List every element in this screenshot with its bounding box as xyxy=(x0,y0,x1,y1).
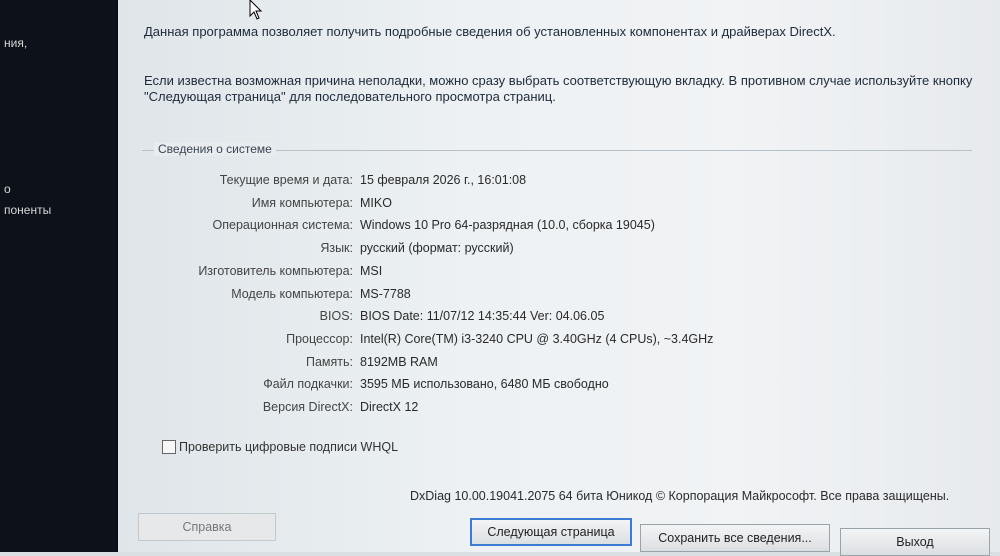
whql-checkbox-label: Проверить цифровые подписи WHQL xyxy=(179,440,399,454)
system-info-label: Изготовитель компьютера: xyxy=(198,263,353,278)
save-all-button-label: Сохранить все сведения... xyxy=(658,531,812,545)
system-info-label: Операционная система: xyxy=(212,218,353,233)
intro-text: Данная программа позволяет получить подр… xyxy=(144,24,836,39)
system-info-label: BIOS: xyxy=(319,309,353,324)
system-info-value: 3595 МБ использовано, 6480 МБ свободно xyxy=(360,377,609,392)
system-info-label: Имя компьютера: xyxy=(251,195,353,210)
next-page-button[interactable]: Следующая страница xyxy=(470,518,632,546)
system-info-value: MSI xyxy=(360,263,383,278)
background-desktop-area: ния, о поненты xyxy=(0,0,118,552)
save-all-button[interactable]: Сохранить все сведения... xyxy=(640,524,830,552)
version-copyright-text: DxDiag 10.00.19041.2075 64 бита Юникод ©… xyxy=(410,489,950,503)
system-info-value: русский (формат: русский) xyxy=(360,241,514,256)
background-text-fragment: о xyxy=(4,182,11,196)
help-button[interactable]: Справка xyxy=(138,513,276,541)
system-info-label: Файл подкачки: xyxy=(263,377,353,392)
dxdiag-window: Данная программа позволяет получить подр… xyxy=(118,0,1000,556)
system-info-label: Память: xyxy=(305,354,353,369)
system-info-group: Сведения о системе Текущие время и дата:… xyxy=(142,142,972,421)
system-info-value: Intel(R) Core(TM) i3-3240 CPU @ 3.40GHz … xyxy=(360,331,714,346)
whql-checkbox[interactable] xyxy=(162,440,176,454)
intro-hint-text: Если известна возможная причина неполадк… xyxy=(144,73,973,104)
system-info-label: Процессор: xyxy=(286,331,353,346)
whql-check-option[interactable]: Проверить цифровые подписи WHQL xyxy=(162,440,398,454)
system-info-title: Сведения о системе xyxy=(154,142,276,156)
help-button-label: Справка xyxy=(182,520,232,534)
system-info-value: DirectX 12 xyxy=(360,400,419,414)
system-info-label: Язык: xyxy=(320,241,353,256)
background-text-fragment: ния, xyxy=(4,36,28,50)
system-info-value: 15 февраля 2026 г., 16:01:08 xyxy=(360,173,527,187)
system-info-value: Windows 10 Pro 64-разрядная (10.0, сборк… xyxy=(360,218,655,233)
exit-button-label: Выход xyxy=(896,535,934,549)
system-info-label: Текущие время и дата: xyxy=(219,173,353,187)
next-page-button-label: Следующая страница xyxy=(487,525,615,539)
background-text-fragment: поненты xyxy=(4,203,52,217)
system-info-value: MIKO xyxy=(360,195,392,210)
mouse-pointer-icon xyxy=(249,0,263,20)
system-info-value: MS-7788 xyxy=(360,286,411,301)
system-info-label: Версия DirectX: xyxy=(262,400,353,414)
system-info-label: Модель компьютера: xyxy=(231,286,353,301)
system-info-value: BIOS Date: 11/07/12 14:35:44 Ver: 04.06.… xyxy=(360,309,605,324)
system-info-value: 8192MB RAM xyxy=(360,354,438,369)
